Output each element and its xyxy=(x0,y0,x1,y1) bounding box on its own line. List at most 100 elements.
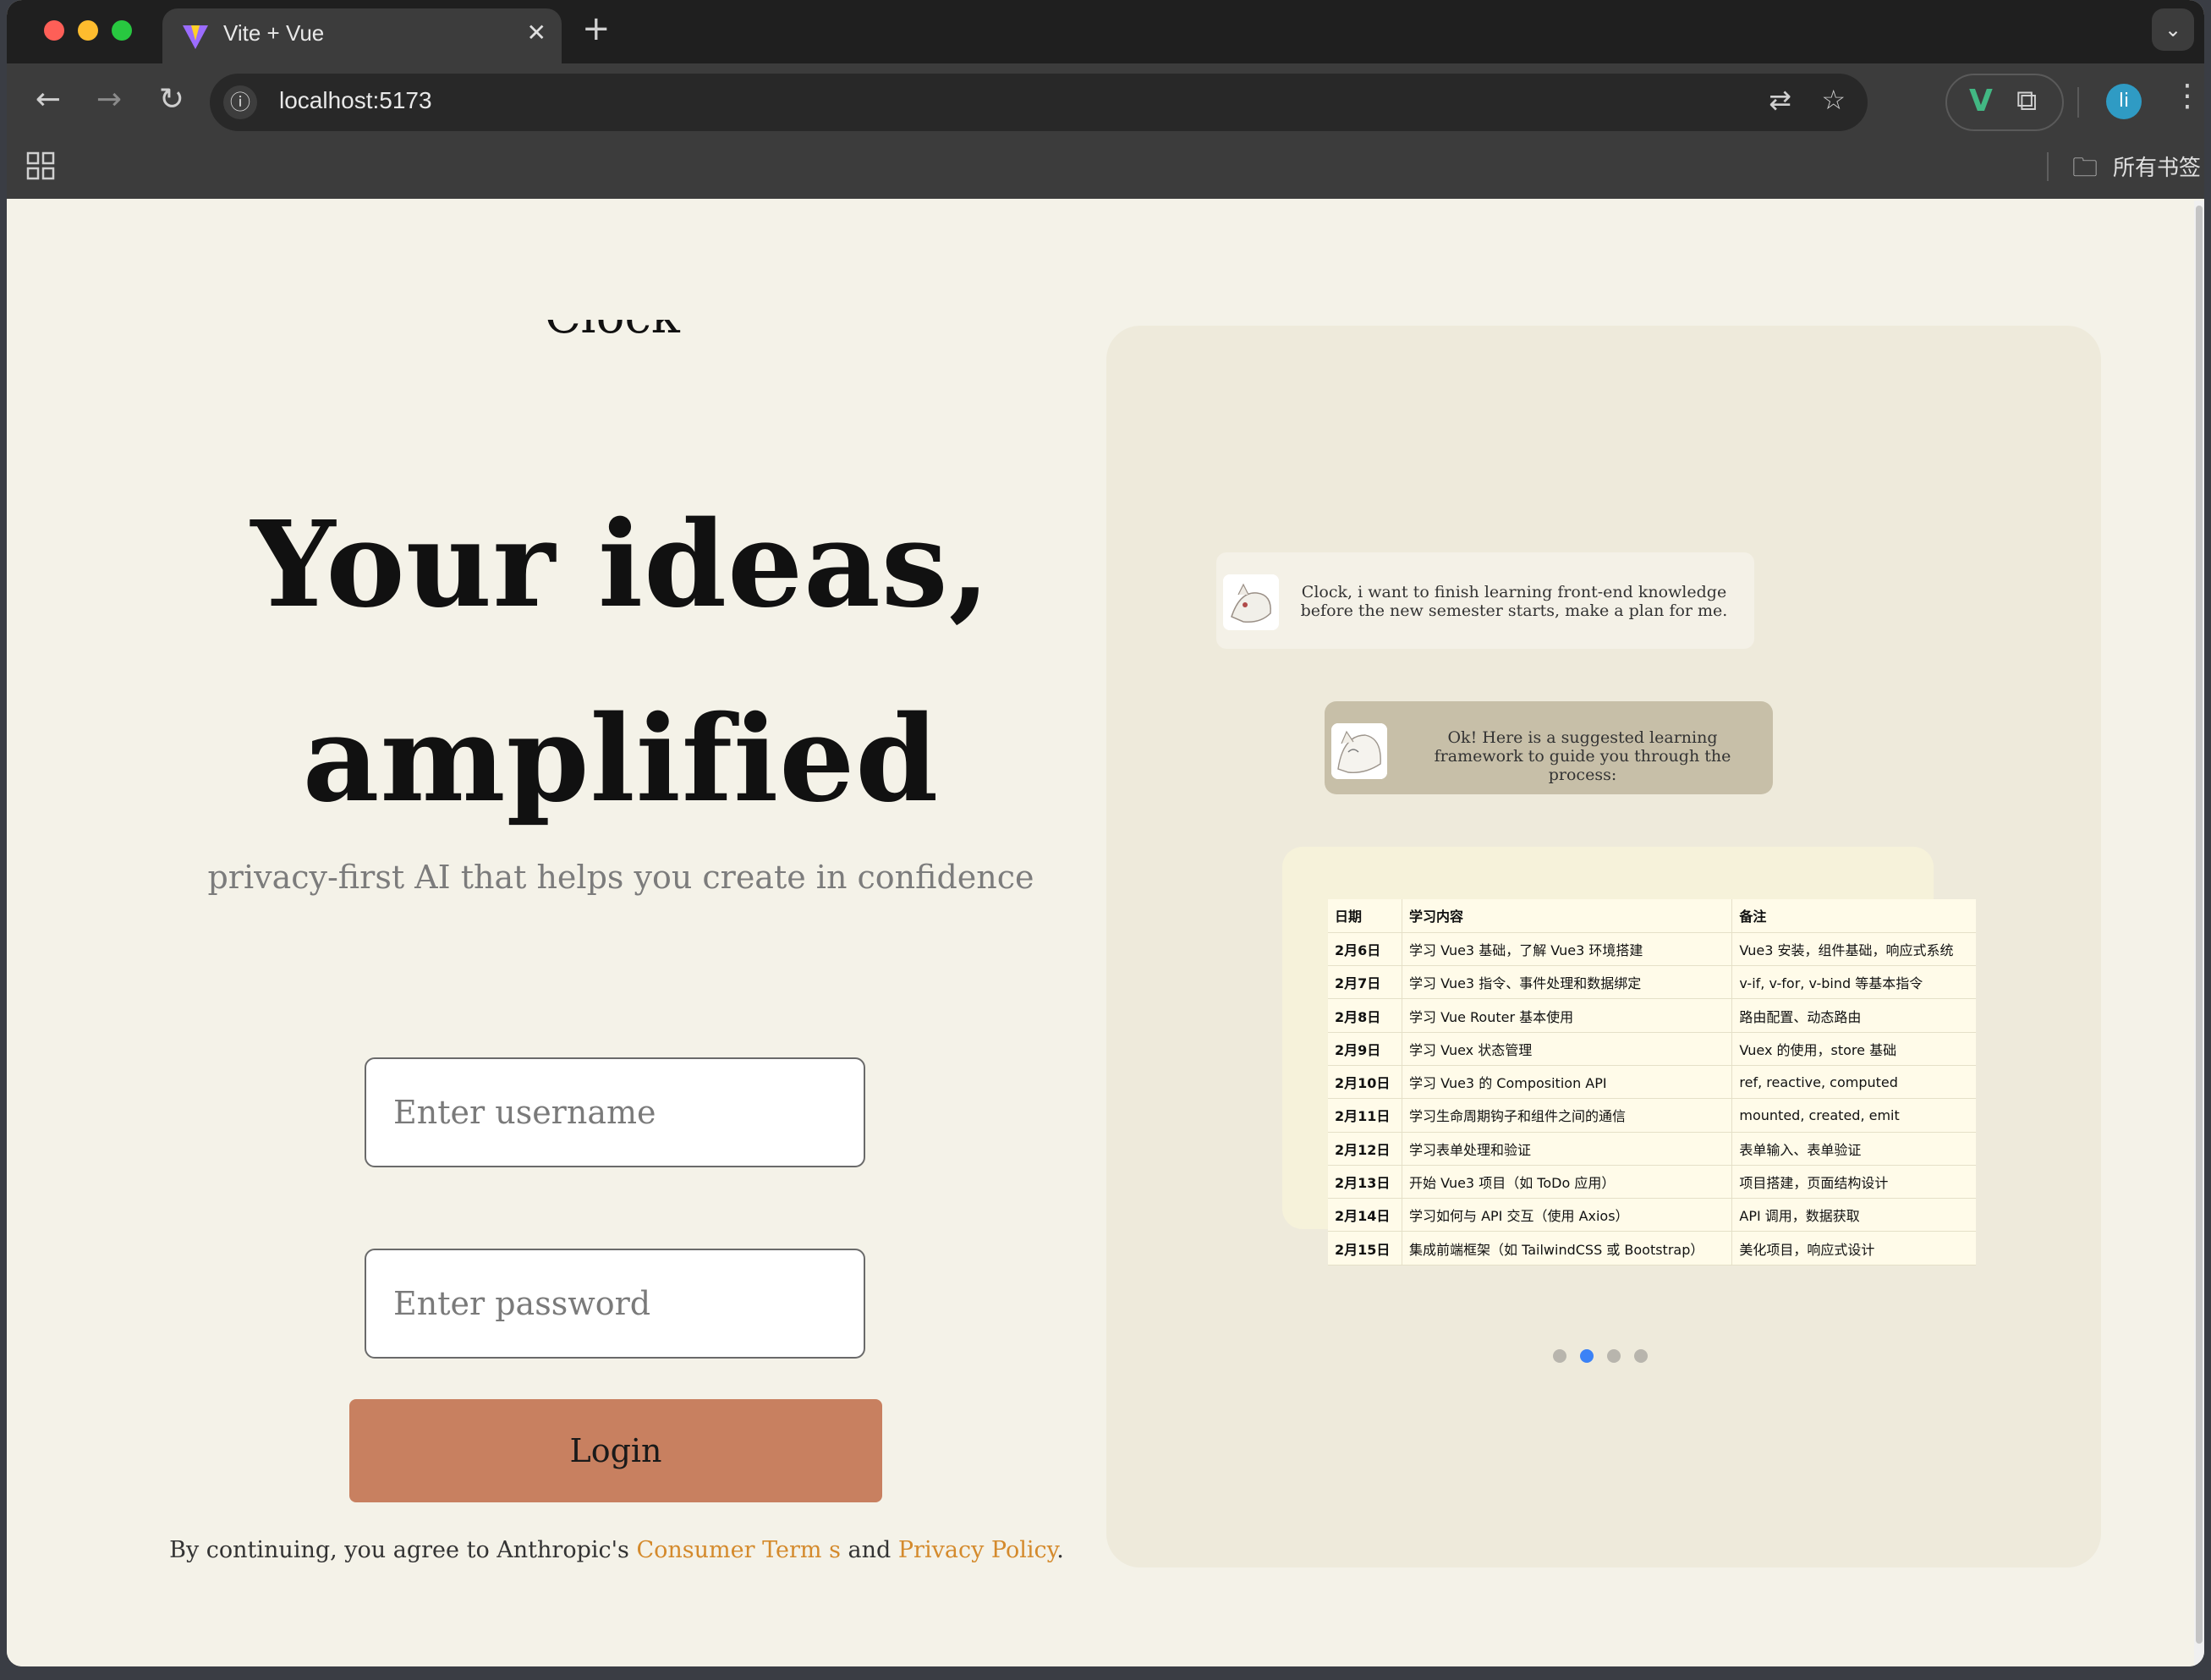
puzzle-icon[interactable]: ⧉ xyxy=(2016,84,2037,118)
table-cell: 2月15日 xyxy=(1328,1231,1402,1265)
table-cell: 学习 Vue3 基础，了解 Vue3 环境搭建 xyxy=(1401,932,1732,967)
consumer-terms-link[interactable]: Consumer Term s xyxy=(636,1537,840,1563)
headline-line-2: amplified xyxy=(302,690,940,829)
legal-and: and xyxy=(840,1537,898,1563)
table-cell: 2月8日 xyxy=(1328,998,1402,1033)
table-row: 2月14日 学习如何与 API 交互（使用 Axios） API 调用，数据获取 xyxy=(1328,1198,1976,1233)
table-cell: Vue3 安装，组件基础，响应式系统 xyxy=(1731,932,1976,967)
page-scrollbar[interactable] xyxy=(2194,200,2204,1666)
info-icon[interactable]: ⓘ xyxy=(223,85,257,119)
table-cell: 学习如何与 API 交互（使用 Axios） xyxy=(1401,1198,1732,1233)
carousel-dot-1[interactable] xyxy=(1553,1349,1566,1363)
table-cell: 2月11日 xyxy=(1328,1098,1402,1133)
chevron-down-icon: ⌄ xyxy=(2164,18,2182,41)
table-cell: 2月9日 xyxy=(1328,1032,1402,1066)
user-message-bubble: Clock, i want to finish learning front-e… xyxy=(1216,552,1754,649)
table-row: 2月13日 开始 Vue3 项目（如 ToDo 应用） 项目搭建，页面结构设计 xyxy=(1328,1165,1976,1200)
privacy-policy-link[interactable]: Privacy Policy xyxy=(898,1537,1056,1563)
all-bookmarks-label[interactable]: 所有书签 xyxy=(2113,151,2201,182)
table-cell: 学习 Vuex 状态管理 xyxy=(1401,1032,1732,1066)
arrow-right-icon: → xyxy=(96,82,123,117)
table-cell: API 调用，数据获取 xyxy=(1731,1198,1976,1233)
table-row: 2月9日 学习 Vuex 状态管理 Vuex 的使用，store 基础 xyxy=(1328,1032,1976,1066)
apps-grid-icon[interactable] xyxy=(25,151,56,181)
url-text[interactable]: localhost:5173 xyxy=(279,87,432,114)
tab-search-button[interactable]: ⌄ xyxy=(2152,8,2194,51)
legal-notice: By continuing, you agree to Anthropic's … xyxy=(113,1537,1120,1563)
page-viewport: Clock Your ideas, amplified privacy-firs… xyxy=(7,200,2194,1666)
username-input[interactable] xyxy=(365,1057,865,1167)
carousel-dot-3[interactable] xyxy=(1607,1349,1621,1363)
table-row: 2月8日 学习 Vue Router 基本使用 路由配置、动态路由 xyxy=(1328,998,1976,1033)
page-subtitle: privacy-first AI that helps you create i… xyxy=(207,859,1034,896)
carousel-dot-4[interactable] xyxy=(1634,1349,1648,1363)
close-window-button[interactable] xyxy=(44,20,64,41)
table-cell: v-if, v-for, v-bind 等基本指令 xyxy=(1731,965,1976,1000)
scrollbar-thumb[interactable] xyxy=(2196,206,2203,1644)
folder-icon[interactable]: 🗀 xyxy=(2072,149,2098,192)
table-cell: 开始 Vue3 项目（如 ToDo 应用） xyxy=(1401,1165,1732,1200)
new-tab-button[interactable]: + xyxy=(582,12,611,46)
tab-strip: Vite + Vue ✕ + ⌄ xyxy=(7,0,2204,63)
table-header-row: 日期 学习内容 备注 xyxy=(1328,899,1976,933)
study-plan-table: 日期 学习内容 备注 2月6日 学习 Vue3 基础，了解 Vue3 环境搭建 Vu… xyxy=(1328,899,1976,1265)
logo: Clock xyxy=(545,320,714,345)
maximize-window-button[interactable] xyxy=(112,20,132,41)
table-row: 2月10日 学习 Vue3 的 Composition API ref, react… xyxy=(1328,1065,1976,1100)
showcase-panel: Clock, i want to finish learning front-e… xyxy=(1106,326,2101,1567)
user-avatar xyxy=(1223,574,1279,630)
more-vertical-icon[interactable]: ⋮ xyxy=(2172,79,2203,113)
arrow-left-icon: ← xyxy=(35,82,62,117)
browser-window: Vite + Vue ✕ + ⌄ ← → ↻ ⓘ localhost:5173 … xyxy=(7,0,2204,1666)
legal-prefix: By continuing, you agree to Anthropic's xyxy=(169,1537,637,1563)
assistant-message-bubble: Ok! Here is a suggested learning framewo… xyxy=(1325,701,1773,794)
password-input[interactable] xyxy=(365,1249,865,1359)
address-bar[interactable]: ⓘ localhost:5173 ⇄ ☆ xyxy=(210,74,1868,131)
table-cell: 项目搭建，页面结构设计 xyxy=(1731,1165,1976,1200)
table-row: 2月12日 学习表单处理和验证 表单输入、表单验证 xyxy=(1328,1132,1976,1166)
table-row: 2月6日 学习 Vue3 基础，了解 Vue3 环境搭建 Vue3 安装，组件基础，… xyxy=(1328,932,1976,967)
table-row: 2月7日 学习 Vue3 指令、事件处理和数据绑定 v-if, v-for, v-b… xyxy=(1328,965,1976,1000)
table-row: 2月15日 集成前端框架（如 TailwindCSS 或 Bootstrap） 美化… xyxy=(1328,1231,1976,1265)
reload-button[interactable]: ↻ xyxy=(151,79,193,121)
legal-suffix: . xyxy=(1056,1537,1064,1563)
table-row: 2月11日 学习生命周期钩子和组件之间的通信 mounted, created, e… xyxy=(1328,1098,1976,1133)
bookmarks-divider xyxy=(2047,152,2049,181)
browser-toolbar: ← → ↻ ⓘ localhost:5173 ⇄ ☆ V ⧉ li ⋮ xyxy=(7,63,2204,135)
page-title: Your ideas, amplified xyxy=(156,468,1086,857)
table-cell: 2月7日 xyxy=(1328,965,1402,1000)
translate-icon[interactable]: ⇄ xyxy=(1769,84,1791,116)
table-cell: 学习生命周期钩子和组件之间的通信 xyxy=(1401,1098,1732,1133)
table-cell: 学习表单处理和验证 xyxy=(1401,1132,1732,1166)
minimize-window-button[interactable] xyxy=(78,20,98,41)
table-cell: 2月10日 xyxy=(1328,1065,1402,1100)
column-header: 备注 xyxy=(1731,899,1976,933)
close-tab-icon[interactable]: ✕ xyxy=(527,19,546,47)
tab-title: Vite + Vue xyxy=(223,20,325,46)
logo-text: Clock xyxy=(545,320,680,344)
star-icon[interactable]: ☆ xyxy=(1821,84,1846,116)
table-cell: 2月6日 xyxy=(1328,932,1402,967)
user-message-text: Clock, i want to finish learning front-e… xyxy=(1300,583,1728,620)
back-button[interactable]: ← xyxy=(27,79,69,121)
table-cell: 2月13日 xyxy=(1328,1165,1402,1200)
toolbar-divider xyxy=(2077,87,2079,118)
table-cell: 集成前端框架（如 TailwindCSS 或 Bootstrap） xyxy=(1401,1231,1732,1265)
table-cell: 学习 Vue3 的 Composition API xyxy=(1401,1065,1732,1100)
carousel-dot-2[interactable] xyxy=(1580,1349,1594,1363)
assistant-message-text: Ok! Here is a suggested learning framewo… xyxy=(1434,728,1731,784)
active-tab[interactable]: Vite + Vue ✕ xyxy=(162,8,562,63)
table-cell: ref, reactive, computed xyxy=(1731,1065,1976,1100)
vue-icon[interactable]: V xyxy=(1969,84,1993,118)
bookmarks-bar: 🗀 所有书签 xyxy=(7,135,2204,199)
profile-avatar[interactable]: li xyxy=(2106,84,2142,119)
table-cell: 路由配置、动态路由 xyxy=(1731,998,1976,1033)
table-cell: 学习 Vue3 指令、事件处理和数据绑定 xyxy=(1401,965,1732,1000)
extensions-group: V ⧉ xyxy=(1945,74,2064,131)
reload-icon: ↻ xyxy=(158,82,185,117)
forward-button[interactable]: → xyxy=(88,79,130,121)
table-cell: 2月14日 xyxy=(1328,1198,1402,1233)
table-cell: 学习 Vue Router 基本使用 xyxy=(1401,998,1732,1033)
login-button[interactable]: Login xyxy=(349,1399,882,1502)
table-cell: 美化项目，响应式设计 xyxy=(1731,1231,1976,1265)
